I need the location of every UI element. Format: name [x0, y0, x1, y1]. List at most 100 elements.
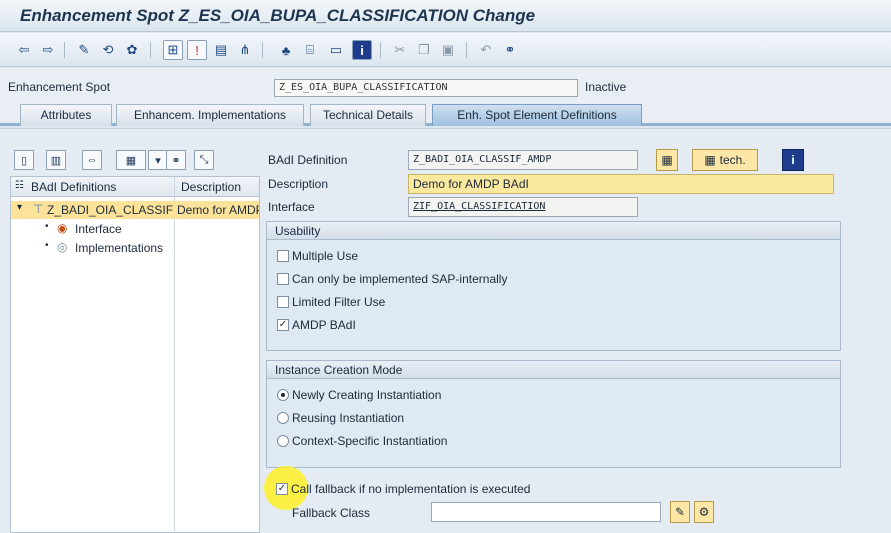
undo-icon[interactable]: ↶	[476, 40, 496, 60]
create-icon[interactable]: ▯	[14, 150, 34, 170]
hierarchy-icon[interactable]: ♣	[276, 40, 296, 60]
dropdown-arrow-icon[interactable]: ▾	[148, 150, 168, 170]
call-fallback-checkbox[interactable]: ✓	[276, 483, 288, 495]
copy-icon[interactable]: ❐	[414, 40, 434, 60]
paste-icon[interactable]: ▣	[438, 40, 458, 60]
multiple-use-checkbox[interactable]	[277, 250, 289, 262]
tab-technical-details[interactable]: Technical Details	[310, 104, 426, 126]
option-sap-internal[interactable]: Can only be implemented SAP-internally	[277, 272, 507, 286]
tree-column-badi[interactable]: BAdI Definitions	[31, 180, 116, 194]
cut-icon[interactable]: ✂	[390, 40, 410, 60]
fallback-class-field[interactable]	[431, 502, 661, 522]
tree-row-interface[interactable]: • ◉ Interface	[11, 220, 259, 238]
option-amdp-badi[interactable]: ✓ AMDP BAdI	[277, 318, 356, 332]
context-specific-radio[interactable]	[277, 435, 289, 447]
tech-icon: ▦	[704, 153, 716, 167]
option-multiple-use[interactable]: Multiple Use	[277, 249, 358, 263]
fallback-class-label: Fallback Class	[292, 506, 371, 520]
option-label: Limited Filter Use	[292, 295, 386, 309]
other-object-icon[interactable]: ✎	[74, 40, 94, 60]
interface-label: Interface	[268, 200, 315, 214]
toolbar-separator	[64, 42, 65, 58]
option-context-specific[interactable]: Context-Specific Instantiation	[277, 434, 447, 448]
find-icon[interactable]: ⚭	[500, 40, 520, 60]
toolbar-separator	[150, 42, 151, 58]
info-i-icon[interactable]: i	[352, 40, 372, 60]
option-label: AMDP BAdI	[292, 318, 356, 332]
expand-icon[interactable]: ▾	[17, 202, 22, 213]
display-button[interactable]: ▦	[656, 149, 678, 171]
tree-column-description[interactable]: Description	[181, 180, 241, 194]
tree-row-badi[interactable]: ▾ ⊤ Z_BADI_OIA_CLASSIF_AMDP Demo for AMD…	[11, 201, 259, 219]
move-icon[interactable]: ⇔	[82, 150, 102, 170]
usability-group: Usability Multiple Use Can only be imple…	[266, 221, 841, 351]
option-label: Context-Specific Instantiation	[292, 434, 448, 448]
sap-internal-checkbox[interactable]	[277, 273, 289, 285]
info-icon[interactable]: ▤	[211, 40, 231, 60]
status-label: Inactive	[585, 80, 627, 94]
option-label: Multiple Use	[292, 249, 359, 263]
back-arrow-icon[interactable]: ⇦	[14, 40, 34, 60]
check-icon[interactable]: !	[187, 40, 207, 60]
tab-strip: Attributes Enhancem. Implementations Tec…	[0, 100, 891, 126]
create-class-icon: ⚙	[698, 505, 710, 519]
option-call-fallback[interactable]: ✓ Call fallback if no implementation is …	[276, 482, 530, 496]
badi-tree: ☷ BAdI Definitions Description ▾ ⊤ Z_BAD…	[10, 176, 260, 533]
tree-row-name: Implementations	[75, 241, 164, 255]
badi-definition-field[interactable]: Z_BADI_OIA_CLASSIF_AMDP	[408, 150, 638, 170]
search-icon[interactable]: ⚭	[166, 150, 186, 170]
usability-title: Usability	[267, 222, 840, 240]
display-icon: ▦	[661, 153, 673, 167]
toolbar-separator	[262, 42, 263, 58]
layout-dropdown-icon[interactable]: ▦	[116, 150, 146, 170]
option-label: Reusing Instantiation	[292, 411, 405, 425]
amdp-badi-checkbox[interactable]: ✓	[277, 319, 289, 331]
option-label: Can only be implemented SAP-internally	[292, 272, 508, 286]
badi-definition-label: BAdI Definition	[268, 153, 348, 167]
reusing-radio[interactable]	[277, 412, 289, 424]
description-label: Description	[268, 177, 329, 191]
interface-field[interactable]: ZIF_OIA_CLASSIFICATION	[408, 197, 638, 217]
delete-icon[interactable]: ▥	[46, 150, 66, 170]
collapse-icon[interactable]: ⤡	[194, 150, 214, 170]
tab-attributes[interactable]: Attributes	[20, 104, 112, 126]
tree-header-icon: ☷	[15, 180, 24, 191]
tree-row-name: Interface	[75, 222, 122, 236]
limited-filter-checkbox[interactable]	[277, 296, 289, 308]
navigation-window-icon[interactable]: ⌸	[300, 40, 320, 60]
tab-enh-spot-element-definitions[interactable]: Enh. Spot Element Definitions	[432, 104, 642, 126]
activate-icon[interactable]: ✿	[122, 40, 142, 60]
bullet-icon: •	[45, 240, 49, 251]
newly-creating-radio[interactable]	[277, 389, 289, 401]
window-title: Enhancement Spot Z_ES_OIA_BUPA_CLASSIFIC…	[20, 6, 536, 25]
instance-creation-group: Instance Creation Mode Newly Creating In…	[266, 360, 841, 468]
application-toolbar: ⇦ ⇨ ✎ ⟲ ✿ ⊞ ! ▤ ⋔ ♣ ⌸ ▭ i ✂ ❐ ▣ ↶ ⚭	[0, 33, 891, 67]
option-reusing[interactable]: Reusing Instantiation	[277, 411, 404, 425]
toolbar-separator	[466, 42, 467, 58]
description-field[interactable]: Demo for AMDP BAdI	[408, 174, 834, 194]
title-bar: Enhancement Spot Z_ES_OIA_BUPA_CLASSIFIC…	[0, 0, 891, 32]
option-limited-filter[interactable]: Limited Filter Use	[277, 295, 385, 309]
pencil-icon: ✎	[674, 505, 686, 519]
option-newly-creating[interactable]: Newly Creating Instantiation	[277, 388, 441, 402]
display-object-list-icon[interactable]: ⋔	[235, 40, 255, 60]
header-area: Enhancement Spot Z_ES_OIA_BUPA_CLASSIFIC…	[0, 68, 891, 100]
spot-name-field[interactable]: Z_ES_OIA_BUPA_CLASSIFICATION	[274, 79, 578, 97]
tech-button-label: tech.	[719, 153, 746, 167]
create-class-button[interactable]: ⚙	[694, 501, 714, 523]
display-change-icon[interactable]: ⟲	[98, 40, 118, 60]
option-label: Call fallback if no implementation is ex…	[291, 482, 531, 496]
documentation-button[interactable]: i	[782, 149, 804, 171]
bullet-icon: •	[45, 221, 49, 232]
tech-button[interactable]: ▦ tech.	[692, 149, 758, 171]
tab-enhancement-implementations[interactable]: Enhancem. Implementations	[116, 104, 304, 126]
tree-row-implementations[interactable]: • ◎ Implementations	[11, 239, 174, 257]
info-i-icon: i	[791, 153, 795, 167]
where-used-icon[interactable]: ⊞	[163, 40, 183, 60]
edit-button[interactable]: ✎	[670, 501, 690, 523]
spot-label: Enhancement Spot	[8, 80, 111, 94]
badi-definition-icon: ⊤	[33, 202, 44, 216]
frame-icon[interactable]: ▭	[326, 40, 346, 60]
forward-arrow-icon[interactable]: ⇨	[38, 40, 58, 60]
implementations-icon: ◎	[57, 240, 68, 254]
